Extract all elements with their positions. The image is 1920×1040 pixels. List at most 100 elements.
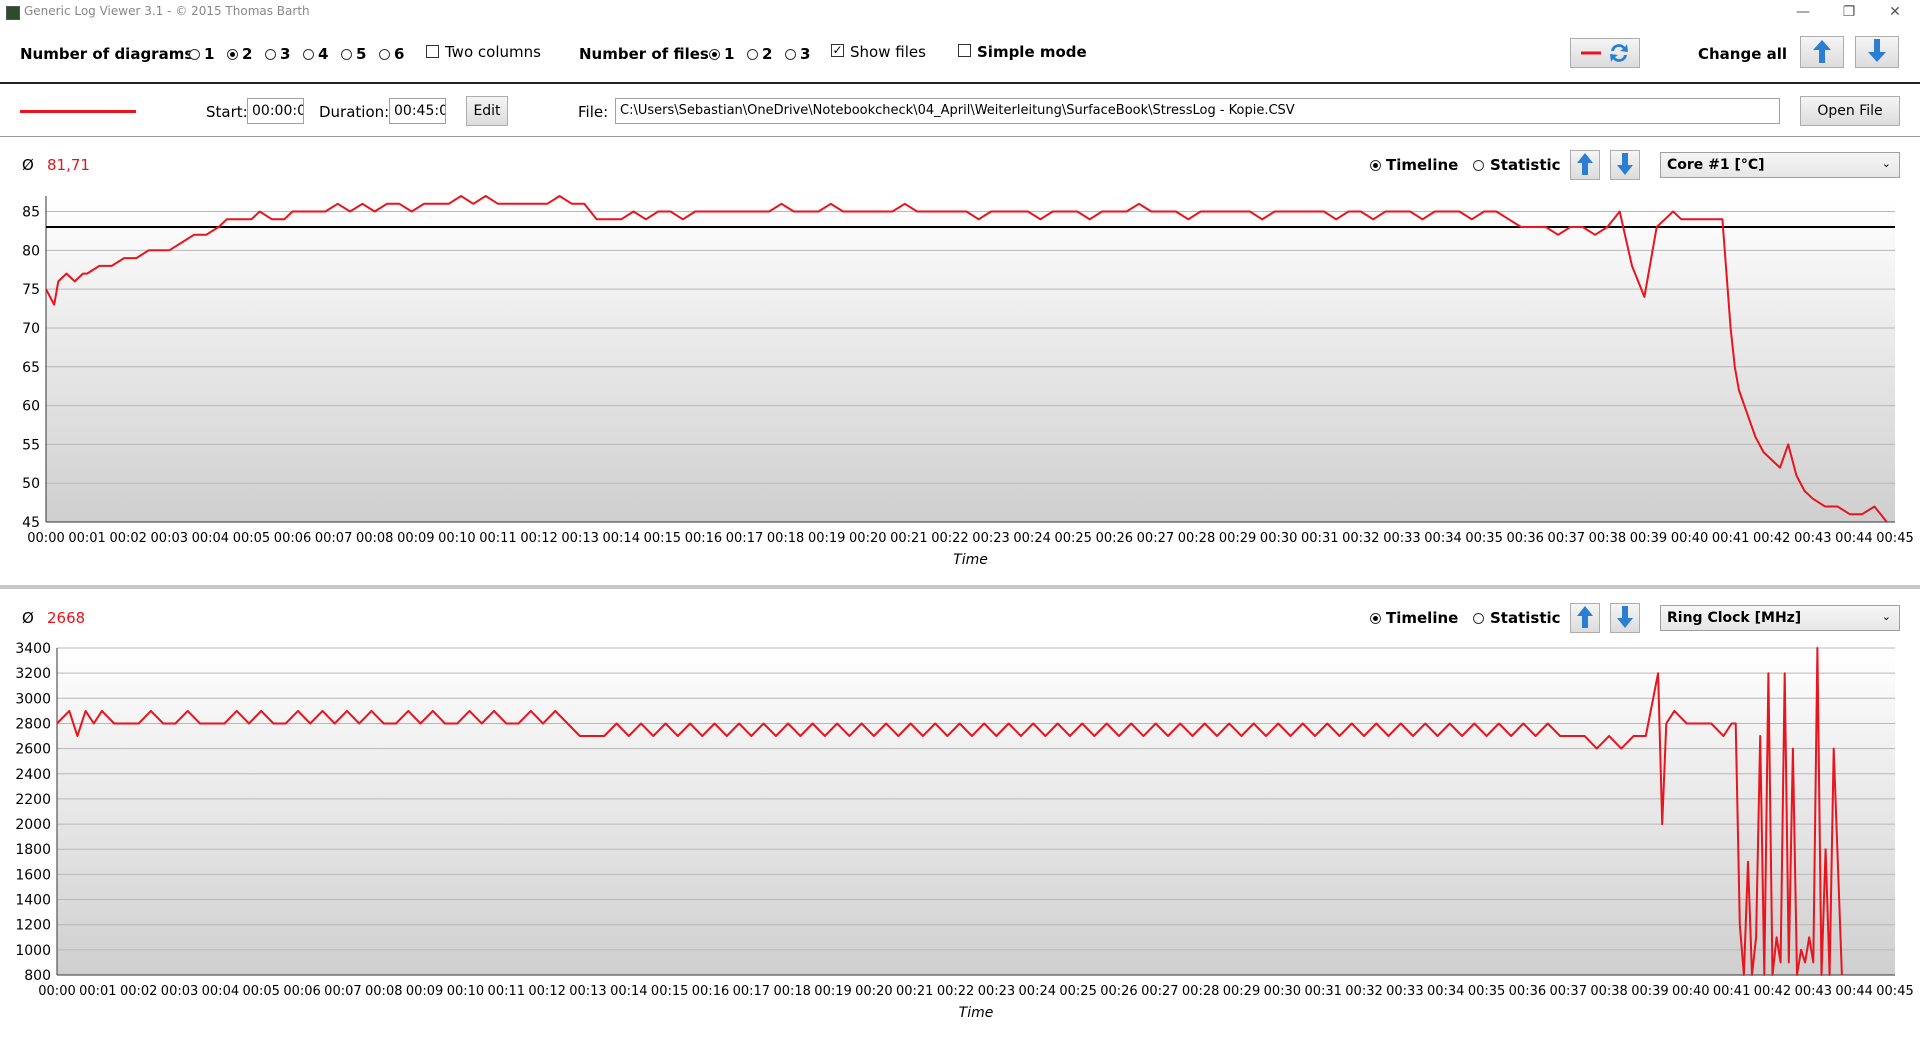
restore-button[interactable]: ❐ — [1826, 0, 1872, 24]
x-tick-label: 00:04 — [202, 984, 239, 999]
duration-field[interactable]: 00:45:01 — [389, 98, 446, 124]
x-tick-label: 00:25 — [1059, 984, 1096, 999]
x-tick-label: 00:28 — [1182, 984, 1219, 999]
x-tick-label: 00:40 — [1672, 984, 1709, 999]
x-tick-label: 00:44 — [1835, 984, 1872, 999]
x-tick-label: 00:37 — [1550, 984, 1587, 999]
statistic-radio[interactable] — [1473, 160, 1484, 171]
x-tick-label: 00:31 — [1304, 984, 1341, 999]
y-tick-label: 1000 — [15, 943, 51, 959]
two-columns-checkbox[interactable] — [426, 45, 439, 58]
y-tick-label: 55 — [22, 437, 40, 453]
x-tick-label: 00:17 — [726, 531, 763, 546]
x-tick-label: 00:38 — [1589, 531, 1626, 546]
x-tick-label: 00:33 — [1383, 531, 1420, 546]
x-tick-label: 00:28 — [1178, 531, 1215, 546]
x-tick-label: 00:04 — [192, 531, 229, 546]
arrow-down-icon — [1868, 39, 1886, 62]
y-tick-label: 85 — [22, 205, 40, 221]
x-tick-label: 00:18 — [773, 984, 810, 999]
y-tick-label: 65 — [22, 360, 40, 376]
x-tick-label: 00:20 — [855, 984, 892, 999]
x-tick-label: 00:37 — [1548, 531, 1585, 546]
average-value: 81,71 — [47, 156, 90, 174]
two-columns-label: Two columns — [445, 43, 541, 61]
diagram-2-up-button[interactable] — [1570, 603, 1600, 633]
timeline-radio[interactable] — [1370, 613, 1381, 624]
x-tick-label: 00:41 — [1712, 531, 1749, 546]
average-symbol: Ø — [22, 609, 34, 627]
window-title: Generic Log Viewer 3.1 - © 2015 Thomas B… — [24, 4, 310, 18]
move-all-up-button[interactable] — [1800, 36, 1844, 68]
sensor-name: Core #1 [°C] — [1667, 157, 1765, 173]
x-tick-label: 00:39 — [1631, 984, 1668, 999]
x-tick-label: 00:13 — [569, 984, 606, 999]
start-time-field[interactable]: 00:00:00 — [247, 98, 304, 124]
edit-button[interactable]: Edit — [466, 96, 508, 126]
close-button[interactable]: ✕ — [1872, 0, 1918, 24]
statistic-radio[interactable] — [1473, 613, 1484, 624]
file-row-separator — [0, 136, 1920, 137]
x-axis-label: Time — [953, 552, 988, 568]
x-tick-label: 00:26 — [1100, 984, 1137, 999]
diagram-2-down-button[interactable] — [1610, 603, 1640, 633]
y-tick-label: 3400 — [15, 641, 51, 657]
diagram-1-down-button[interactable] — [1610, 150, 1640, 180]
diagram-2-sensor-select[interactable]: Ring Clock [MHz] ⌄ — [1660, 605, 1900, 631]
diagram-count-label-2: 2 — [242, 45, 253, 63]
file-path-field[interactable]: C:\Users\Sebastian\OneDrive\Notebookchec… — [615, 98, 1780, 124]
x-tick-label: 00:10 — [438, 531, 475, 546]
diagram-splitter[interactable] — [0, 585, 1920, 589]
x-tick-label: 00:06 — [283, 984, 320, 999]
diagram-count-radio-5[interactable] — [341, 49, 352, 60]
file-count-radio-2[interactable] — [747, 49, 758, 60]
diagram-1-sensor-select[interactable]: Core #1 [°C] ⌄ — [1660, 152, 1900, 178]
y-tick-label: 50 — [22, 476, 40, 492]
x-tick-label: 00:41 — [1713, 984, 1750, 999]
minimize-button[interactable]: — — [1780, 0, 1826, 24]
y-tick-label: 3200 — [15, 666, 51, 682]
x-tick-label: 00:23 — [972, 531, 1009, 546]
x-tick-label: 00:43 — [1795, 984, 1832, 999]
diagram-1-up-button[interactable] — [1570, 150, 1600, 180]
y-tick-label: 2000 — [15, 817, 51, 833]
chevron-down-icon: ⌄ — [1881, 157, 1891, 170]
file-count-label-2: 2 — [762, 45, 773, 63]
x-tick-label: 00:35 — [1465, 531, 1502, 546]
x-tick-label: 00:33 — [1386, 984, 1423, 999]
x-tick-label: 00:34 — [1427, 984, 1464, 999]
open-file-button[interactable]: Open File — [1800, 96, 1900, 126]
y-tick-label: 80 — [22, 243, 40, 259]
x-tick-label: 00:16 — [685, 531, 722, 546]
file-count-radio-3[interactable] — [785, 49, 796, 60]
line-style-swap-button[interactable] — [1570, 38, 1640, 68]
y-tick-label: 3000 — [15, 691, 51, 707]
x-tick-label: 00:12 — [520, 531, 557, 546]
x-tick-label: 00:16 — [692, 984, 729, 999]
x-tick-label: 00:12 — [528, 984, 565, 999]
average-value: 2668 — [47, 609, 86, 627]
file-count-radio-1[interactable] — [709, 49, 720, 60]
diagram-count-radio-4[interactable] — [303, 49, 314, 60]
diagram-count-radio-1[interactable] — [189, 49, 200, 60]
x-tick-label: 00:21 — [896, 984, 933, 999]
x-tick-label: 00:23 — [978, 984, 1015, 999]
x-tick-label: 00:40 — [1671, 531, 1708, 546]
diagram-count-radio-6[interactable] — [379, 49, 390, 60]
main-toolbar: Number of diagrams 1 2 3 4 5 6 Two columns Nu… — [0, 30, 1920, 80]
x-tick-label: 00:14 — [610, 984, 647, 999]
simple-mode-checkbox[interactable] — [958, 44, 971, 57]
file-line-swatch[interactable] — [20, 110, 136, 113]
toolbar-separator — [0, 82, 1920, 84]
x-tick-label: 00:07 — [315, 531, 352, 546]
diagram-count-radio-3[interactable] — [265, 49, 276, 60]
start-label: Start: — [206, 103, 248, 121]
show-files-label: Show files — [850, 43, 926, 61]
y-tick-label: 70 — [22, 321, 40, 337]
duration-label: Duration: — [319, 103, 390, 121]
diagram-count-radio-2[interactable] — [227, 49, 238, 60]
show-files-checkbox[interactable]: ✓ — [831, 44, 844, 57]
move-all-down-button[interactable] — [1855, 36, 1899, 68]
x-tick-label: 00:34 — [1424, 531, 1461, 546]
timeline-radio[interactable] — [1370, 160, 1381, 171]
